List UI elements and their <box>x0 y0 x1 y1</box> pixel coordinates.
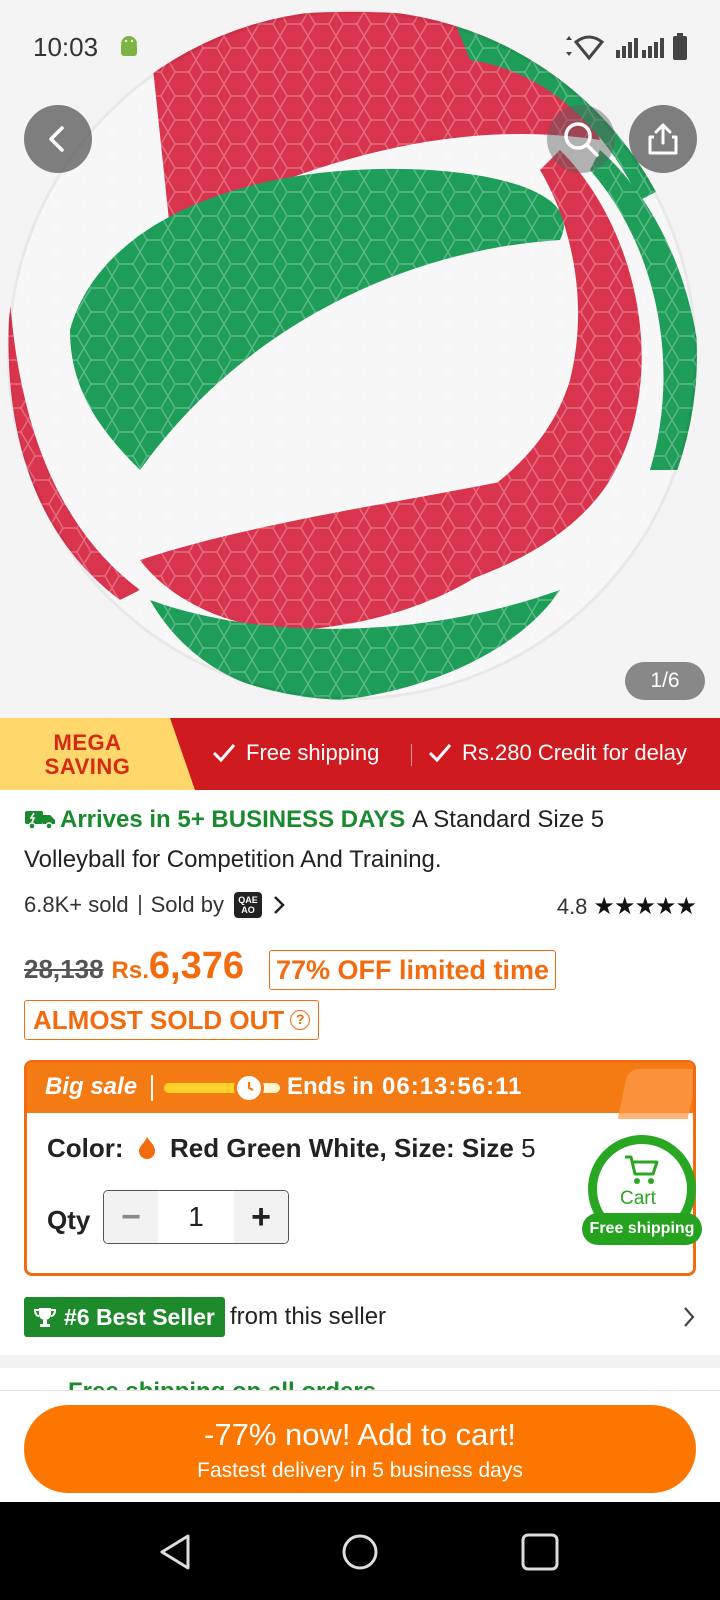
color-label: Color: <box>47 1133 124 1163</box>
add-to-cart-button[interactable]: -77% now! Add to cart! Fastest delivery … <box>24 1405 696 1493</box>
decrease-qty-button[interactable]: − <box>104 1191 158 1243</box>
check-icon <box>428 744 452 763</box>
mega-line1: MEGA <box>53 730 122 755</box>
promo-strip[interactable]: MEGA SAVING Free shipping Rs.280 Credit … <box>0 718 720 790</box>
back-button[interactable] <box>24 105 92 173</box>
add-to-cart-label: -77% now! Add to cart! <box>204 1417 516 1452</box>
back-arrow-icon <box>49 126 64 152</box>
promo-credit-for-delay: Rs.280 Credit for delay <box>428 740 687 766</box>
section-divider <box>0 1355 720 1368</box>
mega-line2: SAVING <box>44 754 131 779</box>
signal-icon <box>616 38 664 58</box>
add-to-cart-sublabel: Fastest delivery in 5 business days <box>197 1459 523 1482</box>
image-counter: 1/6 <box>625 662 705 700</box>
sale-price: 6,376 <box>148 945 244 987</box>
wifi-icon <box>566 35 605 60</box>
discount-badge: 77% OFF limited time <box>269 950 557 990</box>
promo-item1-label: Free shipping <box>246 740 380 765</box>
promo-free-shipping: Free shipping <box>212 740 379 766</box>
quantity-stepper[interactable]: − 1 + <box>103 1190 289 1244</box>
stock-badge-label: ALMOST SOLD OUT <box>33 1004 285 1035</box>
chevron-right-icon[interactable] <box>682 1305 696 1329</box>
nav-back-icon[interactable] <box>156 1532 196 1572</box>
rating-value: 4.8 <box>556 893 588 919</box>
cart-icon <box>625 1155 659 1184</box>
currency: Rs. <box>111 957 149 984</box>
product-title-block: Arrives in 5+ BUSINESS DAYS A Standard S… <box>24 800 696 880</box>
best-seller-label: #6 Best Seller <box>64 1303 215 1330</box>
promo-item2-label: Rs.280 Credit for delay <box>462 740 687 765</box>
ends-in-label: Ends in <box>287 1073 374 1100</box>
seller-logo[interactable]: QAE AO <box>233 892 262 918</box>
status-bar: 10:03 <box>0 0 720 90</box>
search-button[interactable] <box>547 105 615 173</box>
truck-icon <box>25 811 55 830</box>
size-value: 5 <box>521 1133 536 1163</box>
bottom-action-bar: -77% now! Add to cart! Fastest delivery … <box>0 1390 720 1502</box>
arrives-text: Arrives in 5+ BUSINESS DAYS <box>60 806 406 833</box>
qty-value[interactable]: 1 <box>158 1191 234 1243</box>
price-row: 28,138 Rs.6,376 <box>24 945 244 995</box>
cart-free-shipping-pill[interactable]: Free shipping <box>582 1213 702 1245</box>
sold-count: 6.8K+ sold <box>24 892 129 917</box>
volleyball-image <box>0 0 720 718</box>
increase-qty-button[interactable]: + <box>234 1191 288 1243</box>
best-seller-badge: #6 Best Seller <box>24 1297 225 1337</box>
flame-icon <box>138 1137 155 1159</box>
big-sale-header: Big sale Ends in 06:13:56:11 <box>27 1063 693 1119</box>
delivery-estimate: Arrives in 5+ BUSINESS DAYS <box>24 806 412 833</box>
nav-home-icon[interactable] <box>340 1532 380 1572</box>
big-sale-label: Big sale <box>45 1073 138 1100</box>
separator <box>151 1075 153 1101</box>
cart-label[interactable]: Cart <box>620 1188 656 1210</box>
battery-icon <box>673 33 687 60</box>
nav-recents-icon[interactable] <box>520 1532 560 1572</box>
system-navigation-bar <box>0 1502 720 1600</box>
rating-stars: ★★★★★ <box>593 893 697 920</box>
check-icon <box>212 744 236 763</box>
status-time: 10:03 <box>33 32 99 62</box>
size-label: Size: Size <box>393 1133 514 1163</box>
original-price: 28,138 <box>24 954 104 984</box>
tag-decoration <box>617 1069 693 1119</box>
best-seller-suffix: from this seller <box>230 1303 387 1330</box>
product-image-gallery[interactable]: 10:03 1/6 <box>0 0 720 718</box>
share-icon <box>648 123 678 155</box>
search-icon <box>564 122 599 157</box>
stock-badge[interactable]: ALMOST SOLD OUT ? <box>24 1000 320 1040</box>
android-icon <box>121 36 137 56</box>
chevron-right-icon[interactable] <box>272 894 286 916</box>
promo-divider <box>411 744 412 766</box>
sold-row: 6.8K+ sold Sold by QAE AO 4.8 ★★★★★ <box>24 892 697 922</box>
clock-icon <box>234 1073 264 1103</box>
best-seller-row[interactable]: #6 Best Seller from this seller <box>24 1297 696 1337</box>
question-icon[interactable]: ? <box>290 1010 311 1030</box>
status-icons <box>562 33 688 61</box>
mega-saving-badge: MEGA SAVING <box>0 718 195 790</box>
variant-selector[interactable]: Color: Red Green White, Size: Size 5 <box>47 1133 536 1164</box>
color-value: Red Green White, <box>170 1133 387 1163</box>
trophy-icon <box>34 1308 56 1327</box>
countdown-timer: 06:13:56:11 <box>382 1073 523 1100</box>
separator <box>138 895 141 915</box>
sold-by-label: Sold by <box>150 892 224 917</box>
qty-label: Qty <box>47 1205 91 1235</box>
share-button[interactable] <box>629 105 697 173</box>
rating[interactable]: 4.8 ★★★★★ <box>556 892 697 921</box>
